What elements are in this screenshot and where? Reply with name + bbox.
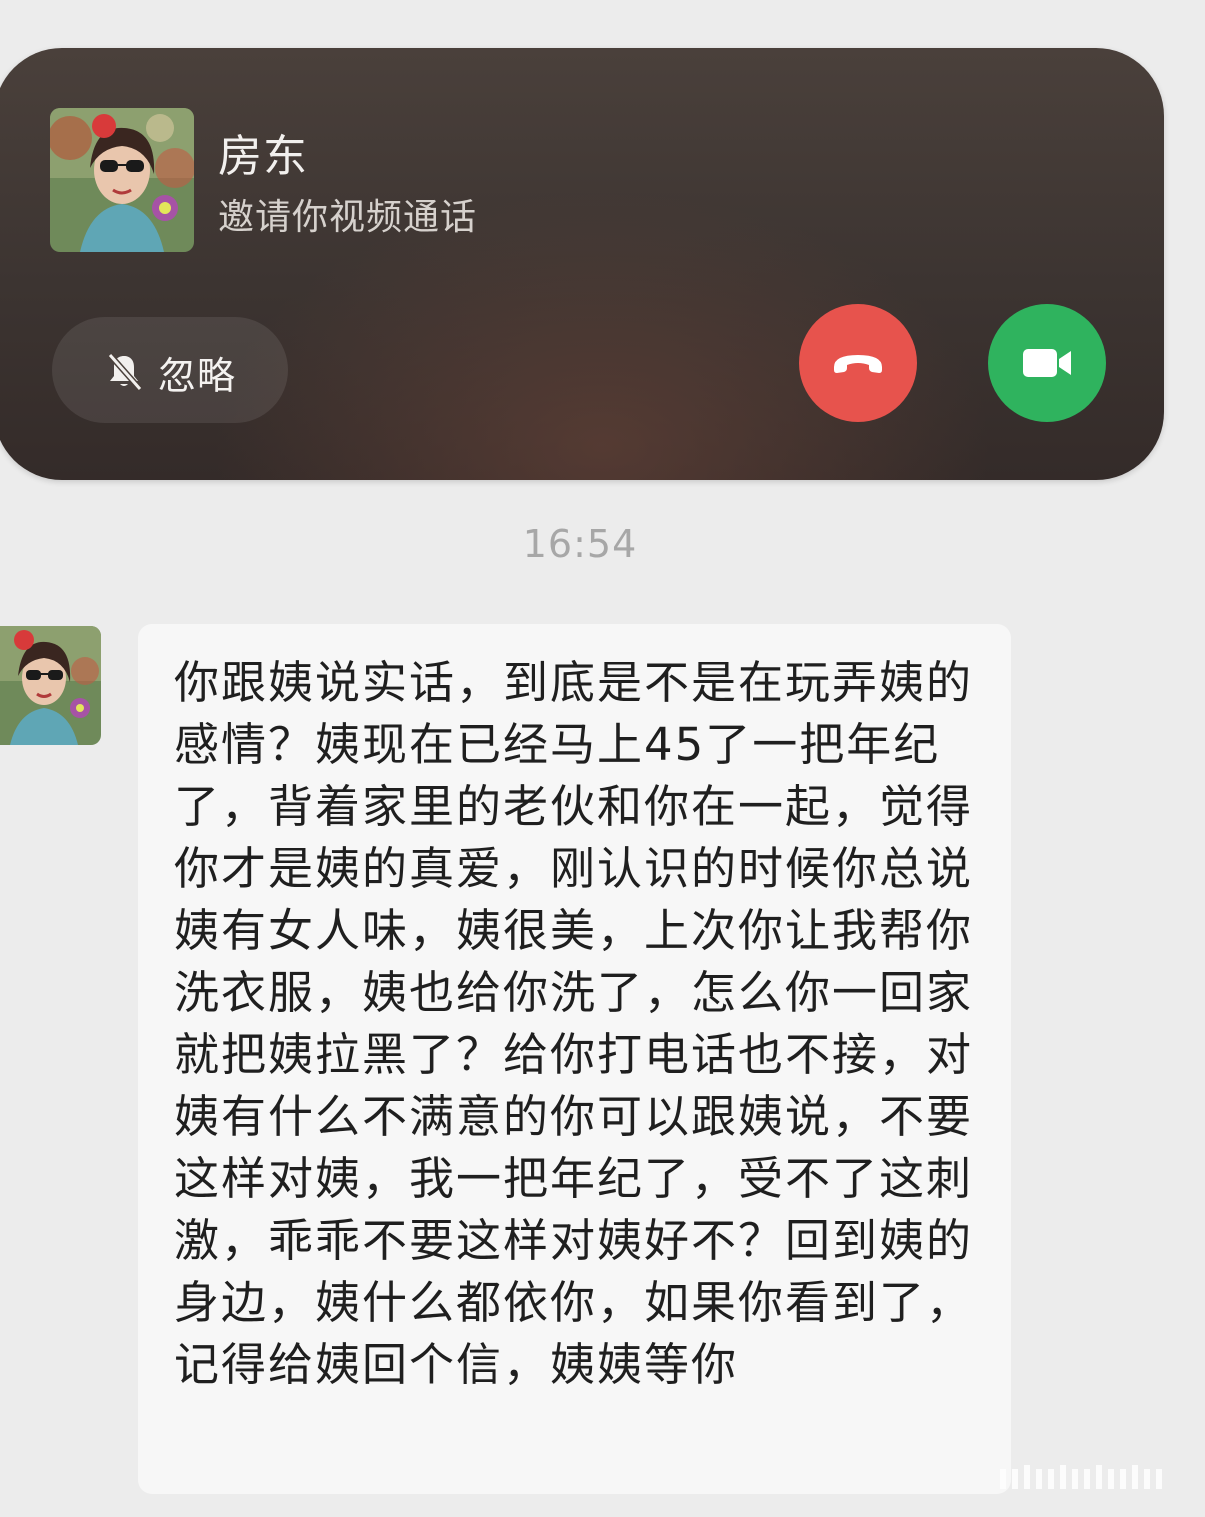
message-timestamp: 16:54 <box>522 522 638 566</box>
accept-video-call-button[interactable] <box>988 304 1106 422</box>
caller-avatar-photo <box>50 108 194 252</box>
decline-call-button[interactable] <box>799 304 917 422</box>
bell-off-icon <box>107 353 143 391</box>
call-subtitle: 邀请你视频通话 <box>218 197 478 238</box>
sender-avatar-photo <box>0 626 101 745</box>
video-camera-icon <box>1023 349 1071 377</box>
message-text: 你跟姨说实话，到底是不是在玩弄姨的感情？姨现在已经马上45了一把年纪了，背着家里… <box>174 656 974 1391</box>
sender-avatar[interactable] <box>0 626 101 745</box>
ignore-label: 忽略 <box>158 354 237 398</box>
watermark-icon <box>1000 1465 1162 1489</box>
message-bubble[interactable]: 你跟姨说实话，到底是不是在玩弄姨的感情？姨现在已经马上45了一把年纪了，背着家里… <box>138 624 1011 1494</box>
caller-avatar <box>50 108 194 252</box>
phone-hangup-icon <box>834 355 882 373</box>
caller-name: 房东 <box>218 131 308 182</box>
ignore-button[interactable]: 忽略 <box>52 317 288 423</box>
